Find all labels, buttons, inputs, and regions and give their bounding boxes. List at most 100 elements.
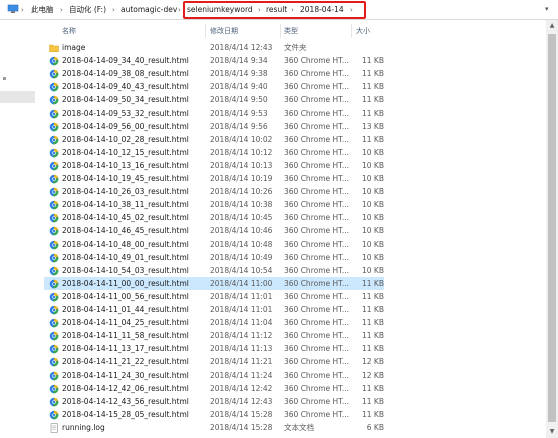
file-row[interactable]: 2018-04-14-11_00_00_result.html 2018/4/14… (44, 276, 384, 290)
file-type: 360 Chrome HT... (284, 160, 349, 170)
column-divider[interactable] (351, 24, 352, 38)
vertical-scrollbar[interactable]: ▲ ▼ (546, 20, 558, 438)
file-row[interactable]: 2018-04-14-10_46_45_result.html 2018/4/14… (44, 224, 384, 237)
file-row[interactable]: 2018-04-14-10_45_02_result.html 2018/4/14… (44, 211, 384, 224)
breadcrumb-drive[interactable]: 自动化 (F:) (69, 4, 106, 16)
file-name: 2018-04-14-10_49_01_result.html (62, 252, 189, 262)
file-row[interactable]: 2018-04-14-12_42_06_result.html 2018/4/14… (44, 382, 384, 395)
file-type: 360 Chrome HT... (284, 357, 349, 367)
file-name: 2018-04-14-09_40_43_result.html (62, 82, 189, 92)
file-row[interactable]: 2018-04-14-10_49_01_result.html 2018/4/14… (44, 251, 384, 264)
file-row[interactable]: 2018-04-14-10_13_16_result.html 2018/4/14… (44, 159, 384, 172)
file-name: 2018-04-14-11_00_00_result.html (62, 278, 189, 288)
chrome-html-icon (49, 397, 59, 407)
chrome-html-icon (49, 200, 59, 210)
file-row[interactable]: 2018-04-14-09_50_34_result.html 2018/4/14… (44, 93, 384, 106)
file-type: 360 Chrome HT... (284, 305, 349, 314)
file-name: 2018-04-14-10_26_03_result.html (62, 187, 189, 197)
chrome-html-icon (49, 240, 59, 249)
scroll-down-icon[interactable]: ▼ (546, 426, 558, 438)
file-row[interactable]: 2018-04-14-10_54_03_result.html 2018/4/14… (44, 264, 384, 277)
file-name: 2018-04-14-11_11_58_result.html (62, 331, 189, 341)
breadcrumb-separator[interactable]: › (21, 4, 24, 16)
file-type: 360 Chrome HT... (284, 239, 349, 249)
column-header-date[interactable]: 修改日期 (210, 25, 238, 37)
file-size: 10 KB (362, 147, 384, 157)
chrome-html-icon (49, 122, 59, 131)
file-row[interactable]: image 2018/4/14 12:43 文件夹 (44, 41, 384, 54)
file-name: 2018-04-14-09_53_32_result.html (62, 108, 189, 118)
file-row[interactable]: 2018-04-14-09_38_08_result.html 2018/4/14… (44, 67, 384, 80)
file-row[interactable]: 2018-04-14-10_02_28_result.html 2018/4/14… (44, 133, 384, 146)
breadcrumb-separator[interactable]: › (60, 4, 63, 16)
navigation-pane[interactable] (0, 20, 35, 438)
breadcrumb-this-pc[interactable]: 此电脑 (31, 4, 54, 16)
column-divider[interactable] (205, 24, 206, 38)
file-row[interactable]: 2018-04-14-10_48_00_result.html 2018/4/14… (44, 238, 384, 251)
file-size: 10 KB (362, 174, 384, 183)
file-row[interactable]: 2018-04-14-12_43_56_result.html 2018/4/14… (44, 395, 384, 408)
file-modified-date: 2018/4/14 12:43 (210, 396, 273, 406)
file-name: 2018-04-14-15_28_05_result.html (62, 409, 189, 419)
column-header-type[interactable]: 类型 (284, 25, 298, 37)
file-type: 360 Chrome HT... (284, 134, 349, 144)
file-modified-date: 2018/4/14 11:01 (210, 291, 273, 301)
scrollbar-thumb[interactable] (548, 34, 556, 422)
file-type: 360 Chrome HT... (284, 95, 349, 105)
file-modified-date: 2018/4/14 12:42 (210, 383, 273, 393)
file-name: 2018-04-14-10_48_00_result.html (62, 239, 189, 249)
column-header-name[interactable]: 名称 (62, 25, 76, 37)
file-size: 10 KB (362, 239, 384, 249)
file-type: 360 Chrome HT... (284, 108, 349, 118)
column-header-size[interactable]: 大小 (356, 25, 370, 37)
file-type: 360 Chrome HT... (284, 121, 349, 131)
file-size: 11 KB (362, 331, 384, 341)
file-row[interactable]: 2018-04-14-11_01_44_result.html 2018/4/14… (44, 303, 384, 316)
file-size: 10 KB (362, 200, 384, 210)
chevron-down-icon[interactable]: ▾ (545, 3, 555, 15)
file-size: 11 KB (362, 134, 384, 144)
breadcrumb-separator[interactable]: › (178, 4, 181, 16)
chrome-html-icon (49, 344, 59, 354)
file-row[interactable]: 2018-04-14-09_40_43_result.html 2018/4/14… (44, 80, 384, 93)
nav-selected-item[interactable] (0, 91, 35, 103)
file-row[interactable]: 2018-04-14-09_34_40_result.html 2018/4/14… (44, 54, 384, 67)
file-row[interactable]: 2018-04-14-11_21_22_result.html 2018/4/14… (44, 355, 384, 368)
breadcrumb-separator[interactable]: › (112, 4, 115, 16)
file-row[interactable]: 2018-04-14-11_11_58_result.html 2018/4/14… (44, 329, 384, 342)
file-size: 12 KB (362, 370, 384, 380)
file-row[interactable]: 2018-04-14-10_19_45_result.html 2018/4/14… (44, 172, 384, 185)
breadcrumb-automagic-dev[interactable]: automagic-dev (121, 4, 177, 16)
file-modified-date: 2018/4/14 10:38 (210, 200, 273, 210)
file-type: 360 Chrome HT... (284, 200, 349, 210)
file-type: 360 Chrome HT... (284, 370, 349, 380)
file-modified-date: 2018/4/14 15:28 (210, 409, 273, 419)
file-modified-date: 2018/4/14 11:12 (210, 331, 273, 341)
column-divider[interactable] (280, 24, 281, 38)
file-size: 11 KB (362, 69, 384, 79)
file-row[interactable]: 2018-04-14-09_53_32_result.html 2018/4/14… (44, 107, 384, 120)
file-row[interactable]: 2018-04-14-11_13_17_result.html 2018/4/14… (44, 342, 384, 355)
file-row[interactable]: 2018-04-14-10_26_03_result.html 2018/4/14… (44, 185, 384, 198)
file-row[interactable]: 2018-04-14-11_00_56_result.html 2018/4/14… (44, 290, 384, 303)
file-size: 11 KB (362, 409, 384, 419)
scroll-up-icon[interactable]: ▲ (546, 20, 558, 32)
file-size: 11 KB (362, 318, 384, 328)
file-row[interactable]: 2018-04-14-11_24_30_result.html 2018/4/14… (44, 369, 384, 382)
file-row[interactable]: 2018-04-14-11_04_25_result.html 2018/4/14… (44, 316, 384, 329)
file-modified-date: 2018/4/14 9:38 (210, 69, 268, 79)
chrome-html-icon (49, 69, 59, 79)
file-size: 10 KB (362, 160, 384, 170)
file-modified-date: 2018/4/14 10:13 (210, 160, 273, 170)
file-row[interactable]: 2018-04-14-10_12_15_result.html 2018/4/14… (44, 146, 384, 159)
file-row[interactable]: 2018-04-14-15_28_05_result.html 2018/4/14… (44, 408, 384, 421)
address-bar[interactable]: › 此电脑 › 自动化 (F:) › automagic-dev › selen… (0, 0, 558, 20)
file-size: 6 KB (366, 422, 384, 432)
file-row[interactable]: 2018-04-14-10_38_11_result.html 2018/4/14… (44, 198, 384, 211)
file-row[interactable]: running.log 2018/4/14 15:28 文本文档 6 KB (44, 421, 384, 434)
chrome-html-icon (49, 174, 59, 184)
file-row[interactable]: 2018-04-14-09_56_00_result.html 2018/4/14… (44, 120, 384, 133)
chrome-html-icon (49, 82, 59, 92)
file-type: 360 Chrome HT... (284, 396, 349, 406)
file-modified-date: 2018/4/14 11:04 (210, 318, 273, 328)
